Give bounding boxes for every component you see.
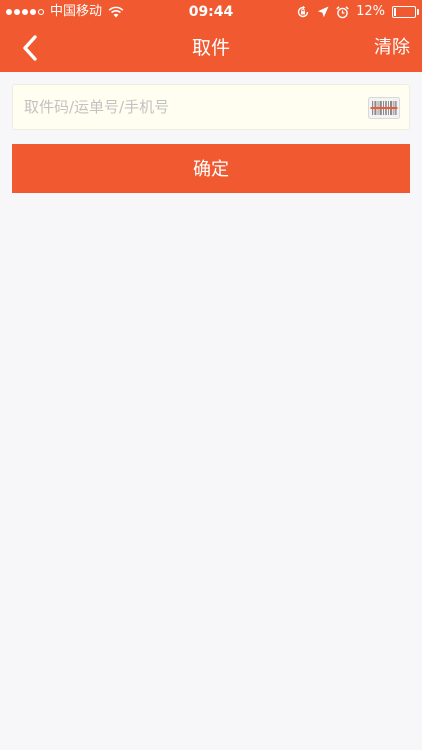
battery-percentage: 12% — [356, 4, 385, 19]
pickup-screen: 中国移动 09:44 12% 取件 清除 取件码/运单号/手机号 确定 — [0, 0, 422, 750]
battery-level-fill — [394, 8, 396, 16]
confirm-button[interactable]: 确定 — [12, 144, 410, 193]
search-field-container — [12, 84, 410, 130]
battery-icon — [392, 6, 419, 18]
status-bar: 中国移动 09:44 12% — [0, 0, 422, 24]
status-right: 12% — [296, 0, 419, 24]
location-arrow-icon — [317, 6, 329, 18]
top-bar: 中国移动 09:44 12% 取件 清除 — [0, 0, 422, 72]
navigation-bar: 取件 清除 — [0, 24, 422, 72]
rotation-lock-icon — [297, 5, 309, 18]
alarm-icon — [336, 5, 349, 18]
page-title: 取件 — [191, 37, 230, 59]
barcode-scan-icon[interactable] — [368, 97, 400, 119]
pickup-code-input[interactable] — [24, 85, 364, 129]
clear-button[interactable]: 清除 — [374, 24, 410, 72]
